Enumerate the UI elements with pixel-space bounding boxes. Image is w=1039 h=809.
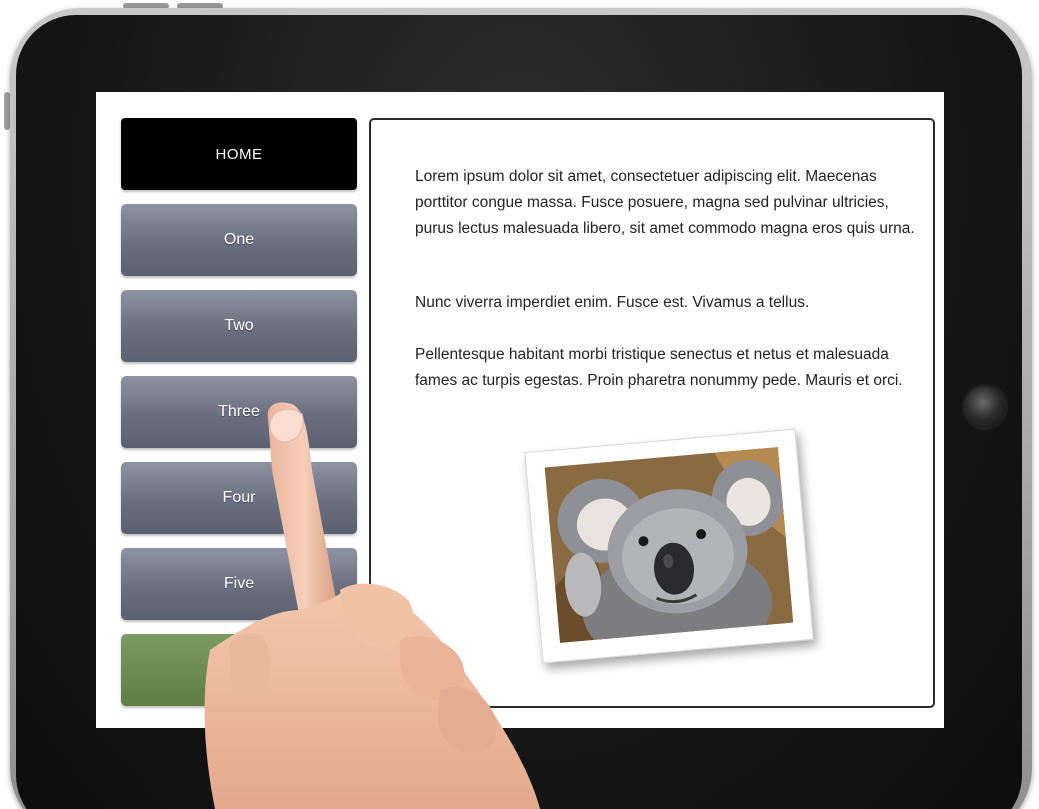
koala-illustration [544,447,794,643]
content-paragraph: Pellentesque habitant morbi tristique se… [415,346,903,389]
nav-button-label: Five [223,575,255,592]
nav-button-one[interactable]: One [121,204,357,276]
nav-button-two[interactable]: Two [121,290,357,362]
content-paragraph: Lorem ipsum dolor sit amet, consectetuer… [415,168,915,237]
nav-button-label: One [223,231,255,248]
content-panel: Lorem ipsum dolor sit amet, consectetuer… [369,118,935,708]
nav-button-four[interactable]: Four [121,462,357,534]
tablet-home-button[interactable] [962,384,1008,430]
content-paragraph: Nunc viverra imperdiet enim. Fusce est. … [415,294,810,311]
tablet-screen: HOME One Two Three Four Five Sum Lorem i… [96,92,944,728]
nav-button-home[interactable]: HOME [121,118,357,190]
nav-button-label: Three [218,403,260,420]
koala-image [544,447,794,643]
stage: HOME One Two Three Four Five Sum Lorem i… [0,0,1039,809]
nav-button-five[interactable]: Five [121,548,357,620]
nav-button-label: Four [222,489,256,506]
nav-button-label: Sum [222,661,256,678]
nav-button-label: Two [224,317,254,334]
nav-button-label: HOME [215,145,263,163]
koala-photo [524,428,814,664]
nav-button-summary[interactable]: Sum [121,634,357,706]
nav-button-three[interactable]: Three [121,376,357,448]
